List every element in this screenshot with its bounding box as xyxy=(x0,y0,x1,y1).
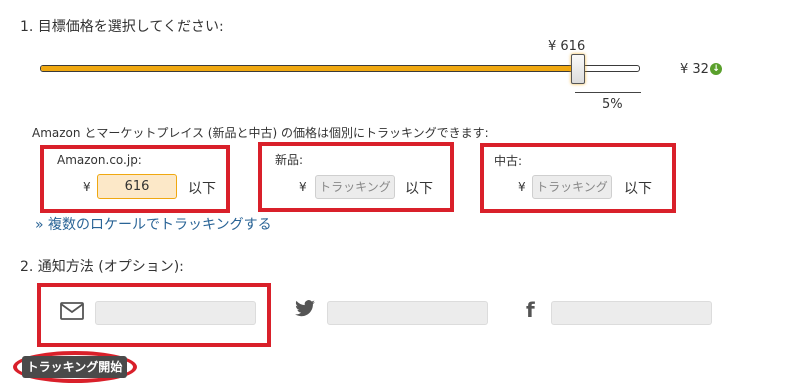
email-input[interactable] xyxy=(95,301,256,325)
new-price-input[interactable]: トラッキング xyxy=(315,175,395,199)
used-suffix: 以下 xyxy=(624,181,652,197)
price-slider-track[interactable] xyxy=(40,65,640,72)
used-price-input[interactable]: トラッキング xyxy=(532,175,612,199)
lowest-price: ¥ 32 xyxy=(680,62,709,77)
facebook-icon: f xyxy=(526,298,535,322)
step1-title: 1. 目標価格を選択してください: xyxy=(20,19,224,35)
amazon-label: Amazon.co.jp: xyxy=(57,153,142,167)
amazon-currency: ¥ xyxy=(83,180,91,194)
twitter-input[interactable] xyxy=(327,301,488,325)
new-suffix: 以下 xyxy=(405,181,433,197)
facebook-input[interactable] xyxy=(551,301,712,325)
mail-icon xyxy=(60,302,84,324)
tracking-info-text: Amazon とマーケットプレイス (新品と中古) の価格は個別にトラッキングで… xyxy=(32,126,489,140)
new-currency: ¥ xyxy=(299,180,307,194)
amazon-suffix: 以下 xyxy=(188,181,216,197)
percent-label: 5% xyxy=(602,97,623,112)
multi-locale-link[interactable]: » 複数のロケールでトラッキングする xyxy=(35,214,272,234)
amazon-price-input[interactable]: 616 xyxy=(97,174,177,199)
new-label: 新品: xyxy=(275,153,304,167)
price-slider-handle[interactable] xyxy=(571,54,585,84)
step2-title: 2. 通知方法 (オプション): xyxy=(20,259,184,275)
used-currency: ¥ xyxy=(518,180,526,194)
used-label: 中古: xyxy=(494,154,523,168)
start-tracking-button[interactable]: トラッキング開始 xyxy=(22,356,127,378)
percent-line xyxy=(575,92,641,93)
twitter-icon xyxy=(294,300,316,322)
price-drop-icon: ↓ xyxy=(710,63,722,75)
slider-value-label: ¥ 616 xyxy=(548,39,586,54)
price-slider-fill xyxy=(41,66,577,71)
